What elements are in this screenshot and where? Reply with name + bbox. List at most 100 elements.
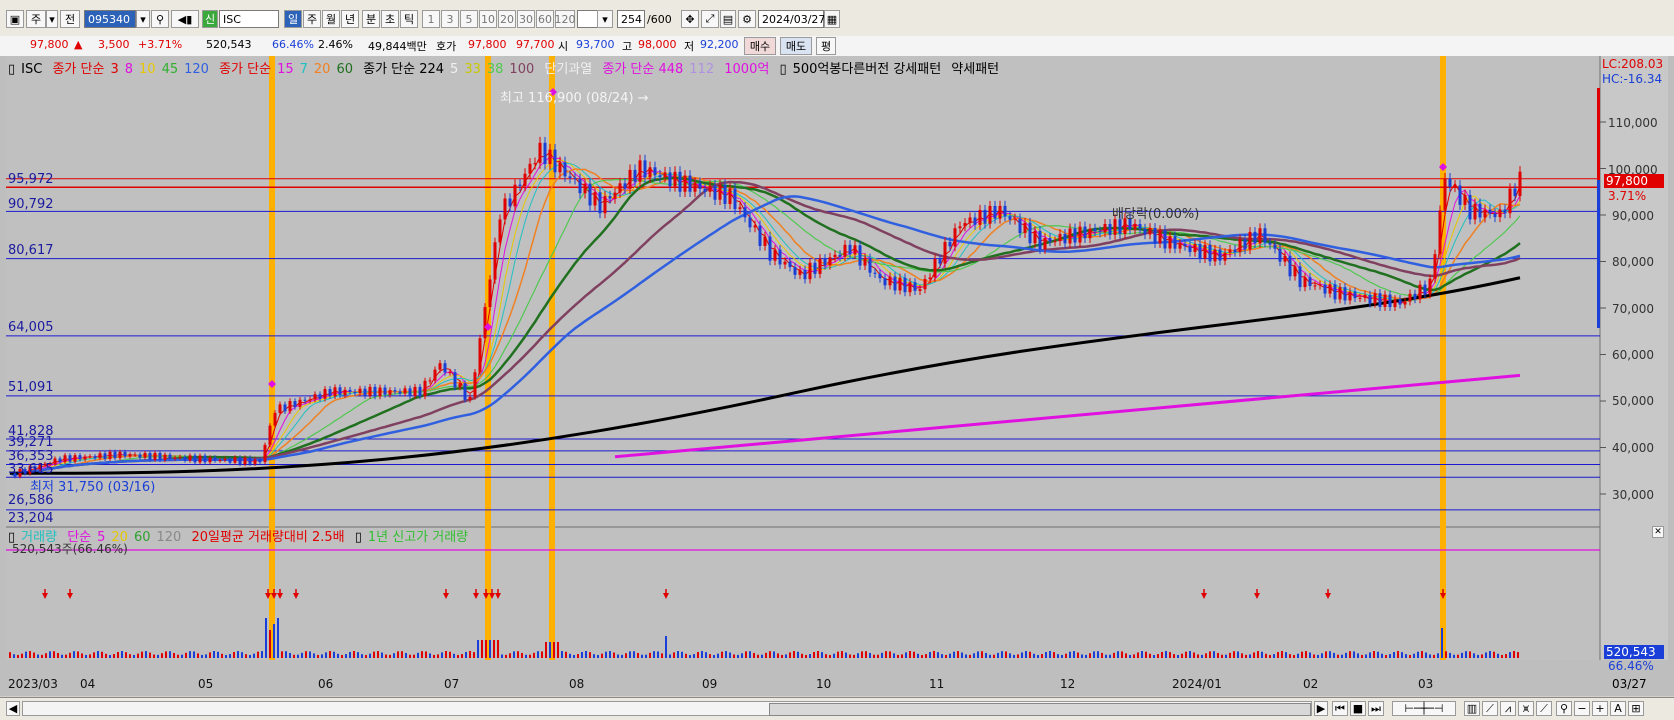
candle-body <box>228 458 232 463</box>
zoom-in-icon[interactable]: + <box>1592 701 1608 716</box>
volume-bar <box>1441 628 1443 658</box>
candle-body <box>783 261 787 265</box>
volume-bar <box>1453 654 1455 658</box>
y-tick-50000: 50,000 <box>1612 394 1654 408</box>
volume-bar <box>233 651 235 658</box>
candle-body <box>633 169 637 182</box>
candle-body <box>1228 249 1232 253</box>
line-tool-icon[interactable]: ⟋ <box>1482 701 1498 716</box>
horizontal-scrollbar[interactable] <box>22 701 1312 716</box>
scroll-thumb[interactable] <box>769 703 1311 716</box>
candle-body <box>1018 218 1022 234</box>
first-icon[interactable]: ⏮ <box>1332 701 1348 716</box>
volume-bar <box>261 651 263 658</box>
candle-body <box>133 454 137 456</box>
candle-body <box>1308 277 1312 286</box>
volume-bar <box>637 652 639 658</box>
volume-bar <box>345 654 347 658</box>
price-chart[interactable] <box>0 0 1674 719</box>
volume-bar <box>1333 652 1335 658</box>
volume-bar <box>389 654 391 658</box>
candle-body <box>853 245 857 255</box>
trend-icon[interactable]: ⩘ <box>1500 701 1516 716</box>
candle-body <box>1158 230 1162 244</box>
volume-bar <box>1157 654 1159 658</box>
volume-bar <box>1245 654 1247 658</box>
volume-bar <box>801 653 803 658</box>
volume-bar <box>897 654 899 658</box>
volume-bar <box>93 652 95 658</box>
volume-bar <box>1021 652 1023 658</box>
volume-bar <box>1409 654 1411 658</box>
candle-body <box>318 394 322 399</box>
text-tool-icon[interactable]: ⟋ <box>1536 701 1552 716</box>
legend-ma1-120: 120 <box>184 62 209 77</box>
volume-bar <box>1017 654 1019 658</box>
candle-body <box>553 149 557 173</box>
candle-body <box>403 388 407 394</box>
volume-bar <box>829 654 831 658</box>
zoom-out-icon[interactable]: − <box>1574 701 1590 716</box>
candle-body <box>718 184 722 200</box>
volume-bar <box>753 652 755 658</box>
y-tick-80000: 80,000 <box>1612 255 1654 269</box>
scroll-left-icon[interactable]: ◀ <box>6 701 20 716</box>
volume-bar <box>25 651 27 658</box>
candle-body <box>163 454 167 460</box>
volume-bar <box>237 651 239 658</box>
scroll-right-icon[interactable]: ▶ <box>1314 701 1328 716</box>
volume-bar <box>585 651 587 658</box>
pane-close-icon[interactable]: ✕ <box>1652 526 1664 538</box>
volume-bar <box>1141 651 1143 658</box>
volume-bar <box>457 654 459 658</box>
candle-body <box>1473 203 1477 220</box>
month-label: 11 <box>929 677 945 691</box>
volume-bar <box>825 654 827 658</box>
y-tick-60000: 60,000 <box>1612 348 1654 362</box>
candle-body <box>148 452 152 460</box>
candle-body <box>303 399 307 401</box>
volume-bar <box>449 651 451 658</box>
volume-bar <box>665 636 667 658</box>
candle-body <box>648 167 652 178</box>
candle-body <box>473 372 477 397</box>
volume-bar <box>1373 651 1375 658</box>
fib-icon[interactable]: ⩙ <box>1518 701 1534 716</box>
volume-bar <box>1049 651 1051 658</box>
volume-bar <box>773 651 775 658</box>
level-label-7: 39,271 <box>8 435 54 450</box>
candle-body <box>498 219 502 243</box>
layout-icon[interactable]: ▥ <box>1464 701 1480 716</box>
volume-bar <box>601 653 603 658</box>
volume-bar <box>889 651 891 658</box>
volume-bar <box>1433 654 1435 658</box>
level-label-5: 51,091 <box>8 380 54 395</box>
zoom-slider[interactable]: ⊢─┼─⊣ <box>1392 701 1456 716</box>
volume-tag: 520,543 <box>1604 645 1664 659</box>
last-icon[interactable]: ⏭ <box>1368 701 1384 716</box>
volume-bar <box>293 654 295 658</box>
candle-body <box>683 175 687 192</box>
candle-body <box>908 282 912 293</box>
font-size-icon[interactable]: A <box>1610 701 1626 716</box>
volume-bar <box>141 651 143 658</box>
candle-body <box>1268 242 1272 245</box>
stop-icon[interactable]: ■ <box>1350 701 1366 716</box>
volume-bar <box>497 640 499 658</box>
volume-bar <box>1273 654 1275 658</box>
grid-icon[interactable]: ⊞ <box>1628 701 1644 716</box>
candle-body <box>1503 209 1507 214</box>
volume-bar <box>57 652 59 658</box>
volume-bar <box>405 652 407 658</box>
candle-body <box>998 205 1002 219</box>
candle-body <box>1343 287 1347 301</box>
candle-body <box>443 363 447 373</box>
volume-bar <box>241 652 243 658</box>
volume-bar <box>1189 651 1191 658</box>
level-label-10: 26,586 <box>8 493 54 508</box>
candle-body <box>863 258 867 266</box>
volume-bar <box>949 653 951 658</box>
zoom-icon[interactable]: ⚲ <box>1556 701 1572 716</box>
volume-bar <box>613 652 615 658</box>
volume-bar <box>1317 654 1319 658</box>
